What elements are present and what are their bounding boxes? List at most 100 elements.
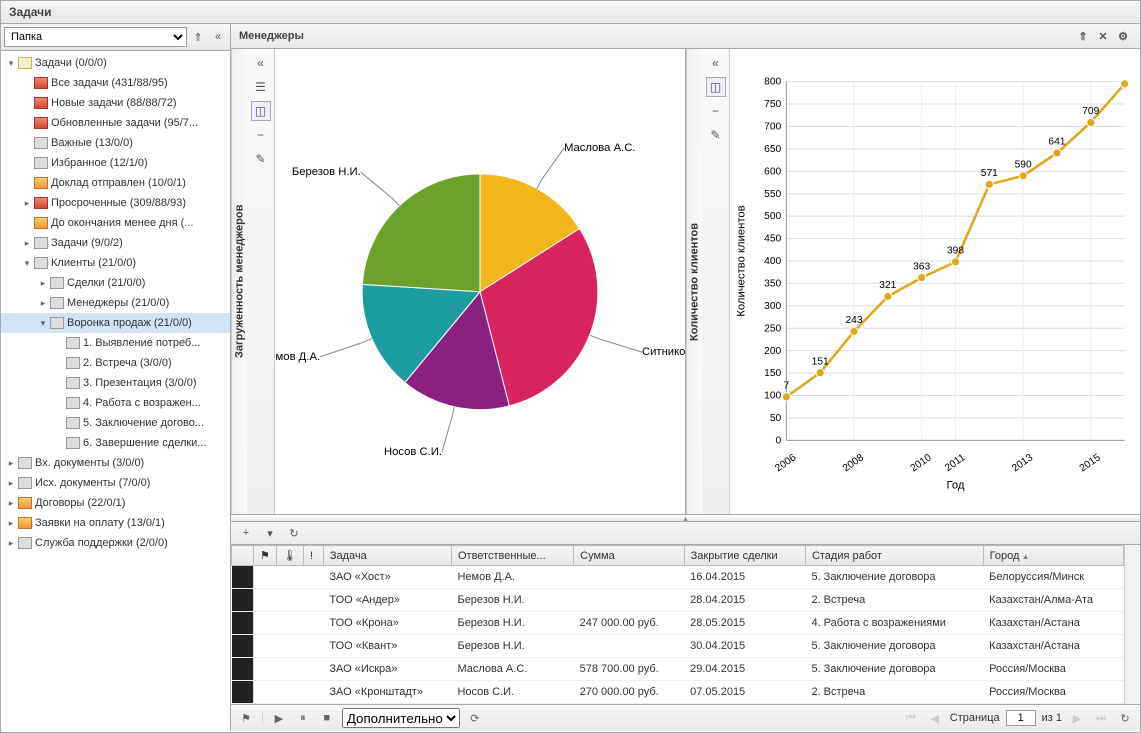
- chart-view-icon[interactable]: ◫: [706, 77, 726, 97]
- pause-icon[interactable]: ⏸: [294, 709, 312, 727]
- expand-caret-icon[interactable]: ▸: [37, 278, 49, 289]
- gear-icon[interactable]: ⚙: [1114, 27, 1132, 45]
- page-input[interactable]: [1006, 710, 1036, 726]
- tree-item[interactable]: ▸ Менеджеры (21/0/0): [1, 293, 230, 313]
- svg-text:Маслова А.С.: Маслова А.С.: [564, 142, 636, 154]
- folder-status-icon: [34, 237, 48, 249]
- tree-item[interactable]: ▾ Воронка продаж (21/0/0): [1, 313, 230, 333]
- col-color[interactable]: [232, 546, 254, 566]
- tree-item[interactable]: До окончания менее дня (...: [1, 213, 230, 233]
- tree-item-label: Сделки (21/0/0): [67, 277, 145, 289]
- first-page-icon[interactable]: ⏮: [902, 709, 920, 727]
- tree-item[interactable]: ▸ Исх. документы (7/0/0): [1, 473, 230, 493]
- table-row[interactable]: ЗАО «Кронштадт»Носов С.И.270 000.00 руб.…: [232, 681, 1124, 704]
- collapse-chart-icon[interactable]: «: [251, 53, 271, 73]
- table-row[interactable]: ЗАО «Хост»Немов Д.А.16.04.20155. Заключе…: [232, 566, 1124, 589]
- close-panel-icon[interactable]: ✕: [1094, 27, 1112, 45]
- reload-icon[interactable]: ↻: [1116, 709, 1134, 727]
- expand-caret-icon[interactable]: ▸: [21, 238, 33, 249]
- list-view-icon[interactable]: ☰: [251, 77, 271, 97]
- expand-caret-icon[interactable]: ▸: [21, 198, 33, 209]
- table-row[interactable]: ТОО «Квант»Березов Н.И.30.04.20155. Закл…: [232, 635, 1124, 658]
- refresh-view-icon[interactable]: ⟳: [466, 709, 484, 727]
- minus-icon[interactable]: −: [706, 101, 726, 121]
- tree-item[interactable]: ▸ Служба поддержки (2/0/0): [1, 533, 230, 553]
- tree-item[interactable]: 3. Презентация (3/0/0): [1, 373, 230, 393]
- tree-item-label: Вх. документы (3/0/0): [35, 457, 144, 469]
- add-dropdown-icon[interactable]: ▾: [261, 524, 279, 542]
- group-by-select[interactable]: Папка: [4, 27, 187, 47]
- tree-item[interactable]: Доклад отправлен (10/0/1): [1, 173, 230, 193]
- svg-text:2011: 2011: [943, 452, 968, 474]
- col-close[interactable]: Закрытие сделки: [684, 546, 805, 566]
- refresh-button[interactable]: ↻: [285, 524, 303, 542]
- col-task[interactable]: Задача: [323, 546, 451, 566]
- splitter-handle[interactable]: ▴: [231, 514, 1140, 522]
- expand-caret-icon[interactable]: ▾: [21, 258, 33, 269]
- edit-icon[interactable]: ✎: [706, 125, 726, 145]
- svg-text:100: 100: [764, 391, 781, 402]
- col-sum[interactable]: Сумма: [574, 546, 685, 566]
- tree-item[interactable]: ▾ Клиенты (21/0/0): [1, 253, 230, 273]
- col-stage[interactable]: Стадия работ: [805, 546, 983, 566]
- tree-item[interactable]: ▾ Задачи (0/0/0): [1, 53, 230, 73]
- svg-text:151: 151: [812, 356, 829, 367]
- tree-item[interactable]: ▸ Задачи (9/0/2): [1, 233, 230, 253]
- folder-tree[interactable]: ▾ Задачи (0/0/0) Все задачи (431/88/95) …: [1, 51, 230, 731]
- expand-caret-icon[interactable]: ▸: [5, 518, 17, 529]
- folder-status-icon: [34, 97, 48, 109]
- tree-item[interactable]: Важные (13/0/0): [1, 133, 230, 153]
- hide-sidebar-icon[interactable]: «: [209, 28, 227, 46]
- expand-caret-icon[interactable]: ▾: [37, 318, 49, 329]
- expand-caret-icon[interactable]: ▸: [37, 298, 49, 309]
- tree-item[interactable]: 1. Выявление потреб...: [1, 333, 230, 353]
- tree-item[interactable]: ▸ Договоры (22/0/1): [1, 493, 230, 513]
- folder-status-icon: [18, 517, 32, 529]
- table-row[interactable]: ТОО «Крона»Березов Н.И.247 000.00 руб.28…: [232, 612, 1124, 635]
- expand-caret-icon[interactable]: ▸: [5, 478, 17, 489]
- tasks-table[interactable]: ⚑ 🌡 ! Задача Ответственные... Сумма Закр…: [231, 545, 1124, 704]
- tree-item[interactable]: ▸ Заявки на оплату (13/0/1): [1, 513, 230, 533]
- expand-caret-icon[interactable]: ▸: [5, 538, 17, 549]
- collapse-chart-icon[interactable]: «: [706, 53, 726, 73]
- tree-item[interactable]: Обновленные задачи (95/7...: [1, 113, 230, 133]
- table-row[interactable]: ТОО «Андер»Березов Н.И.28.04.20152. Встр…: [232, 589, 1124, 612]
- last-page-icon[interactable]: ⏭: [1092, 709, 1110, 727]
- add-button[interactable]: +: [237, 524, 255, 542]
- next-page-icon[interactable]: ▶: [1068, 709, 1086, 727]
- table-row[interactable]: ЗАО «Искра»Маслова А.С.578 700.00 руб.29…: [232, 658, 1124, 681]
- tree-item-label: Исх. документы (7/0/0): [35, 477, 150, 489]
- panel-title: Менеджеры: [239, 30, 304, 42]
- folder-status-icon: [34, 157, 48, 169]
- expand-caret-icon[interactable]: ▾: [5, 58, 17, 69]
- folder-status-icon: [34, 117, 48, 129]
- tree-item[interactable]: Новые задачи (88/88/72): [1, 93, 230, 113]
- collapse-panel-icon[interactable]: ⇑: [1074, 27, 1092, 45]
- collapse-sidebar-icon[interactable]: ⇑: [189, 28, 207, 46]
- tree-item-label: Воронка продаж (21/0/0): [67, 317, 192, 329]
- chart-view-icon[interactable]: ◫: [251, 101, 271, 121]
- tree-item[interactable]: 6. Завершение сделки...: [1, 433, 230, 453]
- stop-icon[interactable]: ■: [318, 709, 336, 727]
- tree-item[interactable]: 4. Работа с возражен...: [1, 393, 230, 413]
- prev-page-icon[interactable]: ◀: [926, 709, 944, 727]
- tree-item[interactable]: 5. Заключение догово...: [1, 413, 230, 433]
- col-city[interactable]: Город: [983, 546, 1124, 566]
- col-flag[interactable]: ⚑: [254, 546, 277, 566]
- tree-item[interactable]: ▸ Вх. документы (3/0/0): [1, 453, 230, 473]
- col-responsible[interactable]: Ответственные...: [451, 546, 573, 566]
- expand-caret-icon[interactable]: ▸: [5, 498, 17, 509]
- minus-icon[interactable]: −: [251, 125, 271, 145]
- tree-item[interactable]: Избранное (12/1/0): [1, 153, 230, 173]
- col-priority[interactable]: !: [303, 546, 323, 566]
- expand-caret-icon[interactable]: ▸: [5, 458, 17, 469]
- tree-item[interactable]: ▸ Сделки (21/0/0): [1, 273, 230, 293]
- tree-item[interactable]: ▸ Просроченные (309/88/93): [1, 193, 230, 213]
- extra-actions-select[interactable]: Дополнительно: [342, 708, 460, 728]
- edit-icon[interactable]: ✎: [251, 149, 271, 169]
- tree-item[interactable]: 2. Встреча (3/0/0): [1, 353, 230, 373]
- play-icon[interactable]: ▶: [270, 709, 288, 727]
- flag-toggle-icon[interactable]: ⚑: [237, 709, 255, 727]
- tree-item[interactable]: Все задачи (431/88/95): [1, 73, 230, 93]
- col-thermometer[interactable]: 🌡: [276, 546, 303, 566]
